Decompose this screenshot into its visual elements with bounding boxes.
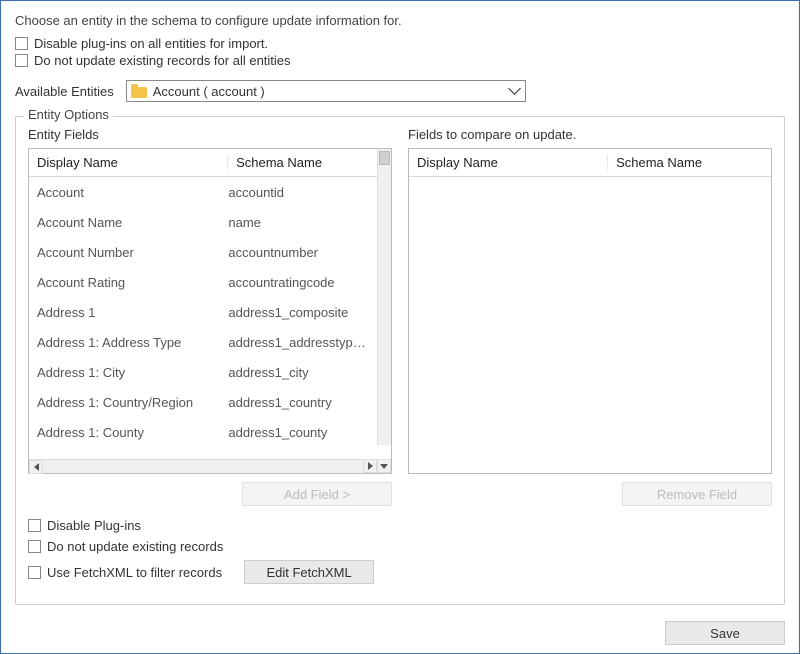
cell-schema-name: address1_country	[220, 395, 377, 410]
folder-icon	[131, 84, 147, 98]
entity-fields-col: Entity Fields Display Name Schema Name A…	[28, 127, 392, 506]
table-row[interactable]: Address 1address1_composite	[29, 297, 377, 327]
scroll-left-button[interactable]	[29, 460, 43, 474]
entity-options-fieldset: Entity Options Entity Fields Display Nam…	[15, 116, 785, 605]
use-fetchxml-label: Use FetchXML to filter records	[47, 565, 222, 580]
disable-plugins-row[interactable]: Disable Plug-ins	[28, 518, 772, 533]
horizontal-scrollbar[interactable]	[29, 459, 363, 473]
disable-plugins-label: Disable Plug-ins	[47, 518, 141, 533]
cell-display-name: Account	[29, 185, 220, 200]
cell-display-name: Address 1: Address Type	[29, 335, 220, 350]
scroll-right-button[interactable]	[363, 459, 377, 473]
no-update-all-label: Do not update existing records for all e…	[34, 53, 291, 68]
cell-display-name: Account Rating	[29, 275, 220, 290]
table-row[interactable]: Address 1: Country/Regionaddress1_countr…	[29, 387, 377, 417]
header-display-name-2[interactable]: Display Name	[409, 155, 608, 170]
edit-fetchxml-button[interactable]: Edit FetchXML	[244, 560, 374, 584]
no-update-row[interactable]: Do not update existing records	[28, 539, 772, 554]
no-update-all-row[interactable]: Do not update existing records for all e…	[15, 53, 785, 68]
scrollbar-thumb[interactable]	[379, 151, 390, 165]
cell-display-name: Account Name	[29, 215, 220, 230]
table-row[interactable]: Account Ratingaccountratingcode	[29, 267, 377, 297]
vertical-scrollbar[interactable]	[377, 149, 391, 445]
cell-schema-name: address1_county	[220, 425, 377, 440]
available-entities-row: Available Entities Account ( account )	[15, 80, 785, 102]
cell-display-name: Address 1: Country/Region	[29, 395, 220, 410]
disable-plugins-all-checkbox[interactable]	[15, 37, 28, 50]
cell-schema-name: address1_composite	[220, 305, 377, 320]
entity-select-value: Account ( account )	[153, 84, 265, 99]
no-update-label: Do not update existing records	[47, 539, 223, 554]
compare-fields-col: Fields to compare on update. Display Nam…	[408, 127, 772, 506]
cell-display-name: Account Number	[29, 245, 220, 260]
disable-plugins-checkbox[interactable]	[28, 519, 41, 532]
cell-display-name: Address 1	[29, 305, 220, 320]
cell-schema-name: accountid	[220, 185, 377, 200]
fields-columns: Entity Fields Display Name Schema Name A…	[28, 127, 772, 506]
entity-fields-grid[interactable]: Display Name Schema Name Accountaccounti…	[28, 148, 392, 474]
entity-options-block: Disable Plug-ins Do not update existing …	[28, 518, 772, 584]
scroll-down-button[interactable]	[377, 459, 391, 473]
instruction-text: Choose an entity in the schema to config…	[15, 13, 785, 28]
table-row[interactable]: Account Numberaccountnumber	[29, 237, 377, 267]
table-row[interactable]: Address 1: Countyaddress1_county	[29, 417, 377, 447]
add-field-button[interactable]: Add Field >	[242, 482, 392, 506]
no-update-checkbox[interactable]	[28, 540, 41, 553]
save-button[interactable]: Save	[665, 621, 785, 645]
no-update-all-checkbox[interactable]	[15, 54, 28, 67]
add-field-row: Add Field >	[28, 482, 392, 506]
config-window: Choose an entity in the schema to config…	[0, 0, 800, 654]
content-area: Choose an entity in the schema to config…	[1, 1, 799, 621]
header-display-name[interactable]: Display Name	[29, 155, 228, 170]
cell-display-name: Address 1: County	[29, 425, 220, 440]
remove-field-button[interactable]: Remove Field	[622, 482, 772, 506]
disable-plugins-all-label: Disable plug-ins on all entities for imp…	[34, 36, 268, 51]
cell-display-name: Address 1: City	[29, 365, 220, 380]
cell-schema-name: name	[220, 215, 377, 230]
entity-fields-title: Entity Fields	[28, 127, 392, 142]
entity-fields-body: AccountaccountidAccount NamenameAccount …	[29, 177, 391, 447]
table-row[interactable]: Address 1: Cityaddress1_city	[29, 357, 377, 387]
use-fetchxml-row: Use FetchXML to filter records Edit Fetc…	[28, 560, 772, 584]
table-row[interactable]: Account Namename	[29, 207, 377, 237]
disable-plugins-all-row[interactable]: Disable plug-ins on all entities for imp…	[15, 36, 785, 51]
entity-options-legend: Entity Options	[24, 107, 113, 122]
entity-fields-header: Display Name Schema Name	[29, 149, 391, 177]
header-schema-name[interactable]: Schema Name	[228, 155, 391, 170]
compare-fields-body	[409, 177, 771, 473]
compare-fields-grid[interactable]: Display Name Schema Name	[408, 148, 772, 474]
available-entities-label: Available Entities	[15, 84, 114, 99]
chevron-down-icon	[510, 88, 519, 93]
save-row: Save	[665, 621, 785, 645]
table-row[interactable]: Address 1: Address Typeaddress1_addresst…	[29, 327, 377, 357]
use-fetchxml-checkbox[interactable]	[28, 566, 41, 579]
remove-field-row: Remove Field	[408, 482, 772, 506]
header-schema-name-2[interactable]: Schema Name	[608, 155, 771, 170]
entity-select[interactable]: Account ( account )	[126, 80, 526, 102]
cell-schema-name: address1_city	[220, 365, 377, 380]
compare-fields-title: Fields to compare on update.	[408, 127, 772, 142]
table-row[interactable]: Accountaccountid	[29, 177, 377, 207]
compare-fields-header: Display Name Schema Name	[409, 149, 771, 177]
cell-schema-name: accountnumber	[220, 245, 377, 260]
cell-schema-name: address1_addresstypecode	[220, 335, 377, 350]
cell-schema-name: accountratingcode	[220, 275, 377, 290]
